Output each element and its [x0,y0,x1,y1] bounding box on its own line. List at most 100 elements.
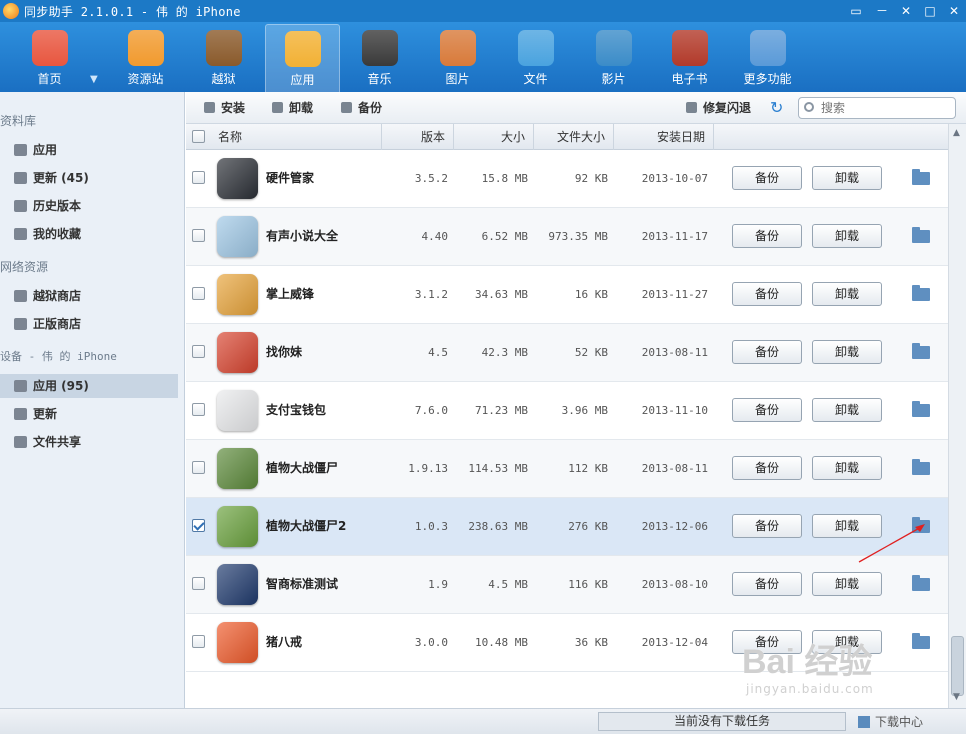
menu-icon[interactable]: － [872,2,892,20]
row-checkbox[interactable] [192,287,205,300]
row-uninstall-button[interactable]: 卸载 [812,224,882,248]
sidebar-item-device-updates[interactable]: 更新 [0,402,178,426]
minimize-icon[interactable]: ✕ [896,2,916,20]
nav-apps[interactable]: 应用 [265,24,340,92]
col-size[interactable]: 大小 [454,124,534,150]
table-row[interactable]: 支付宝钱包 7.6.0 71.23 MB 3.96 MB 2013-11-10 备份 卸载 [186,382,948,440]
vertical-scrollbar[interactable]: ▲ ▼ [948,124,966,708]
row-uninstall-button[interactable]: 卸载 [812,166,882,190]
row-checkbox[interactable] [192,403,205,416]
nav-file[interactable]: 文件 [498,24,573,92]
sidebar: 资料库 应用 更新 (45) 历史版本 我的收藏 网络资源 越狱商店 正版商店 … [0,92,185,710]
folder-icon[interactable] [912,575,930,591]
row-backup-button[interactable]: 备份 [732,224,802,248]
row-backup-button[interactable]: 备份 [732,166,802,190]
refresh-icon[interactable]: ↻ [770,98,783,117]
table-row[interactable]: 有声小说大全 4.40 6.52 MB 973.35 MB 2013-11-17 备份 卸载 [186,208,948,266]
table-row[interactable]: 找你妹 4.5 42.3 MB 52 KB 2013-08-11 备份 卸载 [186,324,948,382]
folder-icon[interactable] [912,227,930,243]
app-version: 3.5.2 [414,172,448,185]
maximize-icon[interactable]: □ [920,2,940,20]
nav-label: 影片 [601,72,626,86]
row-uninstall-button[interactable]: 卸载 [812,398,882,422]
row-uninstall-button[interactable]: 卸载 [812,282,882,306]
app-size: 71.23 MB [475,404,528,417]
jailbreak-icon [205,30,242,66]
row-checkbox[interactable] [192,577,205,590]
table-row[interactable]: 掌上威锋 3.1.2 34.63 MB 16 KB 2013-11-27 备份 卸载 [186,266,948,324]
table-header: 名称 版本 大小 文件大小 安装日期 [186,124,948,150]
close-icon[interactable]: ✕ [944,2,964,20]
folder-icon[interactable] [912,285,930,301]
app-name: 植物大战僵尸2 [266,519,347,533]
col-name[interactable]: 名称 [212,124,382,150]
nav-label: 越狱 [211,72,236,86]
search-input[interactable] [798,97,956,119]
scroll-down-icon[interactable]: ▼ [953,692,960,702]
sidebar-item-updates[interactable]: 更新 (45) [0,166,178,190]
folder-icon[interactable] [912,633,930,649]
sidebar-item-file-sharing[interactable]: 文件共享 [0,430,178,454]
uninstall-button[interactable]: 卸载 [272,92,313,124]
table-row[interactable]: 猪八戒 3.0.0 10.48 MB 36 KB 2013-12-04 备份 卸载 [186,614,948,672]
nav-label: 图片 [445,72,470,86]
row-backup-button[interactable]: 备份 [732,572,802,596]
row-checkbox[interactable] [192,171,205,184]
col-install-date[interactable]: 安装日期 [614,124,714,150]
table-row[interactable]: 硬件管家 3.5.2 15.8 MB 92 KB 2013-10-07 备份 卸载 [186,150,948,208]
folder-icon[interactable] [912,459,930,475]
sidebar-item-official-store[interactable]: 正版商店 [0,312,178,336]
nav-label: 文件 [523,72,548,86]
download-center-button[interactable]: 下载中心 [858,713,923,730]
row-checkbox[interactable] [192,461,205,474]
install-button[interactable]: 安装 [204,92,245,124]
row-uninstall-button[interactable]: 卸载 [812,630,882,654]
nav-music[interactable]: 音乐 [342,24,417,92]
folder-icon[interactable] [912,169,930,185]
row-checkbox[interactable] [192,519,205,532]
table-row[interactable]: 植物大战僵尸2 1.0.3 238.63 MB 276 KB 2013-12-06 备份卸… [186,498,948,556]
nav-shopping-bag[interactable]: 资源站 [108,24,183,92]
action-bar: 安装 卸载 备份 修复闪退 ↻ [186,92,966,124]
row-backup-button[interactable]: 备份 [732,398,802,422]
repair-crash-button[interactable]: 修复闪退 [686,92,751,124]
row-checkbox[interactable] [192,229,205,242]
nav-home[interactable]: 首页 [12,24,87,92]
app-file-size: 973.35 MB [548,230,608,243]
row-uninstall-button[interactable]: 卸载 [812,340,882,364]
folder-icon[interactable] [912,401,930,417]
nav-video[interactable]: 影片 [576,24,651,92]
nav-photo[interactable]: 图片 [420,24,495,92]
scroll-up-icon[interactable]: ▲ [953,128,960,138]
nav-ebook[interactable]: 电子书 [652,24,727,92]
folder-icon[interactable] [912,343,930,359]
sidebar-item-favorites[interactable]: 我的收藏 [0,222,178,246]
sidebar-item-device-apps[interactable]: 应用 (95) [0,374,178,398]
row-backup-button[interactable]: 备份 [732,630,802,654]
backup-button[interactable]: 备份 [341,92,382,124]
table-row[interactable]: 智商标准测试 1.9 4.5 MB 116 KB 2013-08-10 备份 卸载 [186,556,948,614]
sidebar-item-jailbreak-store[interactable]: 越狱商店 [0,284,178,308]
col-version[interactable]: 版本 [382,124,454,150]
scroll-thumb[interactable] [951,636,964,696]
nav-label: 应用 [290,73,315,87]
sidebar-item-apps[interactable]: 应用 [0,138,178,162]
nav-jailbreak[interactable]: 越狱 [186,24,261,92]
sidebar-item-history[interactable]: 历史版本 [0,194,178,218]
row-backup-button[interactable]: 备份 [732,456,802,480]
row-uninstall-button[interactable]: 卸载 [812,456,882,480]
row-backup-button[interactable]: 备份 [732,340,802,364]
chevron-down-icon[interactable]: ▼ [90,74,98,85]
row-backup-button[interactable]: 备份 [732,282,802,306]
table-row[interactable]: 植物大战僵尸 1.9.13 114.53 MB 112 KB 2013-08-11 备份卸… [186,440,948,498]
nav-tools[interactable]: 更多功能 [730,24,805,92]
select-all-checkbox[interactable] [192,130,205,143]
nav-label: 音乐 [367,72,392,86]
row-checkbox[interactable] [192,345,205,358]
col-file-size[interactable]: 文件大小 [534,124,614,150]
row-backup-button[interactable]: 备份 [732,514,802,538]
row-checkbox[interactable] [192,635,205,648]
skin-icon[interactable]: ▭ [846,2,866,20]
row-uninstall-button[interactable]: 卸载 [812,572,882,596]
photo-icon [439,30,476,66]
